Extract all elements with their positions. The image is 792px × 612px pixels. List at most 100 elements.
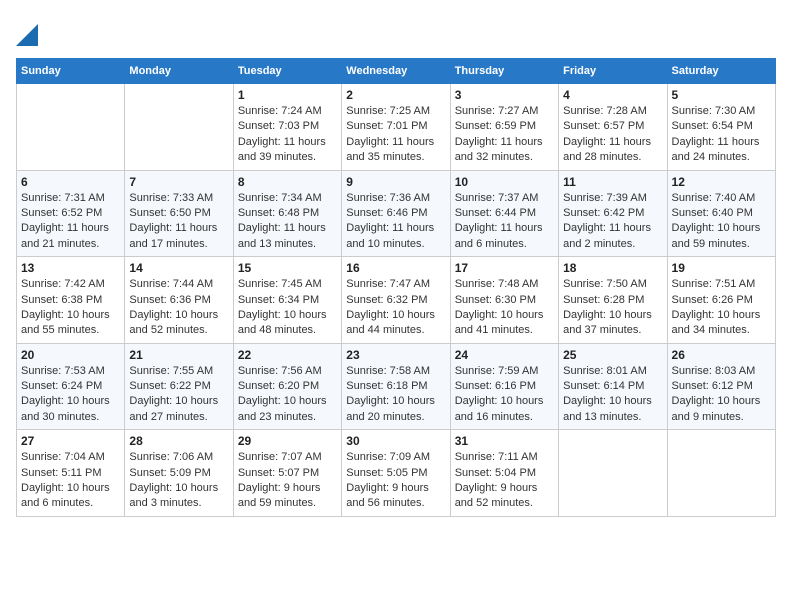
day-info: Sunrise: 7:53 AM Sunset: 6:24 PM Dayligh… [21,364,120,426]
day-number: 6 [21,175,120,189]
calendar-cell: 24 Sunrise: 7:59 AM Sunset: 6:16 PM Dayli… [450,343,558,430]
day-number: 15 [238,261,337,275]
day-number: 25 [563,348,662,362]
calendar-cell [125,84,233,171]
day-of-week-header: Thursday [450,59,558,84]
day-of-week-header: Monday [125,59,233,84]
calendar-cell: 9 Sunrise: 7:36 AM Sunset: 6:46 PM Daylig… [342,170,450,257]
day-info: Sunrise: 7:58 AM Sunset: 6:18 PM Dayligh… [346,364,445,426]
day-number: 2 [346,88,445,102]
day-of-week-header: Saturday [667,59,775,84]
calendar-cell: 21 Sunrise: 7:55 AM Sunset: 6:22 PM Dayli… [125,343,233,430]
calendar-week-row: 27 Sunrise: 7:04 AM Sunset: 5:11 PM Dayli… [17,430,776,517]
day-number: 12 [672,175,771,189]
calendar-cell: 2 Sunrise: 7:25 AM Sunset: 7:01 PM Daylig… [342,84,450,171]
calendar-cell [17,84,125,171]
day-number: 11 [563,175,662,189]
day-number: 19 [672,261,771,275]
day-number: 3 [455,88,554,102]
day-info: Sunrise: 7:40 AM Sunset: 6:40 PM Dayligh… [672,191,771,253]
day-info: Sunrise: 7:06 AM Sunset: 5:09 PM Dayligh… [129,450,228,512]
day-info: Sunrise: 7:59 AM Sunset: 6:16 PM Dayligh… [455,364,554,426]
day-info: Sunrise: 7:25 AM Sunset: 7:01 PM Dayligh… [346,104,445,166]
day-info: Sunrise: 7:33 AM Sunset: 6:50 PM Dayligh… [129,191,228,253]
day-info: Sunrise: 7:39 AM Sunset: 6:42 PM Dayligh… [563,191,662,253]
calendar-cell: 11 Sunrise: 7:39 AM Sunset: 6:42 PM Dayli… [559,170,667,257]
day-info: Sunrise: 7:28 AM Sunset: 6:57 PM Dayligh… [563,104,662,166]
calendar-cell: 4 Sunrise: 7:28 AM Sunset: 6:57 PM Daylig… [559,84,667,171]
calendar-cell: 20 Sunrise: 7:53 AM Sunset: 6:24 PM Dayli… [17,343,125,430]
calendar-cell: 23 Sunrise: 7:58 AM Sunset: 6:18 PM Dayli… [342,343,450,430]
calendar-cell: 25 Sunrise: 8:01 AM Sunset: 6:14 PM Dayli… [559,343,667,430]
calendar-week-row: 6 Sunrise: 7:31 AM Sunset: 6:52 PM Daylig… [17,170,776,257]
calendar-cell: 1 Sunrise: 7:24 AM Sunset: 7:03 PM Daylig… [233,84,341,171]
calendar-cell: 14 Sunrise: 7:44 AM Sunset: 6:36 PM Dayli… [125,257,233,344]
day-number: 23 [346,348,445,362]
day-info: Sunrise: 7:51 AM Sunset: 6:26 PM Dayligh… [672,277,771,339]
day-number: 28 [129,434,228,448]
day-number: 31 [455,434,554,448]
day-info: Sunrise: 7:36 AM Sunset: 6:46 PM Dayligh… [346,191,445,253]
calendar-week-row: 13 Sunrise: 7:42 AM Sunset: 6:38 PM Dayli… [17,257,776,344]
day-number: 8 [238,175,337,189]
day-number: 5 [672,88,771,102]
day-number: 16 [346,261,445,275]
calendar-cell: 16Sunrise: 7:47 AM Sunset: 6:32 PM Dayli… [342,257,450,344]
calendar-cell: 22Sunrise: 7:56 AM Sunset: 6:20 PM Dayli… [233,343,341,430]
day-info: Sunrise: 7:55 AM Sunset: 6:22 PM Dayligh… [129,364,228,426]
calendar-cell: 18Sunrise: 7:50 AM Sunset: 6:28 PM Dayli… [559,257,667,344]
day-number: 20 [21,348,120,362]
day-info: Sunrise: 7:31 AM Sunset: 6:52 PM Dayligh… [21,191,120,253]
day-number: 13 [21,261,120,275]
calendar-cell [667,430,775,517]
day-number: 18 [563,261,662,275]
day-of-week-header: Tuesday [233,59,341,84]
day-number: 22 [238,348,337,362]
logo-icon [16,18,38,46]
calendar-week-row: 20 Sunrise: 7:53 AM Sunset: 6:24 PM Dayli… [17,343,776,430]
calendar-cell: 19 Sunrise: 7:51 AM Sunset: 6:26 PM Dayli… [667,257,775,344]
day-info: Sunrise: 7:27 AM Sunset: 6:59 PM Dayligh… [455,104,554,166]
day-number: 27 [21,434,120,448]
day-number: 7 [129,175,228,189]
day-number: 29 [238,434,337,448]
day-number: 14 [129,261,228,275]
day-number: 30 [346,434,445,448]
calendar-cell: 7 Sunrise: 7:33 AM Sunset: 6:50 PM Daylig… [125,170,233,257]
calendar-header-row: SundayMondayTuesdayWednesdayThursdayFrid… [17,59,776,84]
calendar-cell: 26 Sunrise: 8:03 AM Sunset: 6:12 PM Dayli… [667,343,775,430]
calendar-cell: 10Sunrise: 7:37 AM Sunset: 6:44 PM Dayli… [450,170,558,257]
logo [16,16,38,46]
page-header [16,16,776,46]
day-of-week-header: Sunday [17,59,125,84]
calendar-cell: 31Sunrise: 7:11 AM Sunset: 5:04 PM Dayli… [450,430,558,517]
calendar-cell: 28 Sunrise: 7:06 AM Sunset: 5:09 PM Dayli… [125,430,233,517]
day-number: 9 [346,175,445,189]
day-info: Sunrise: 7:30 AM Sunset: 6:54 PM Dayligh… [672,104,771,166]
day-info: Sunrise: 7:45 AM Sunset: 6:34 PM Dayligh… [238,277,337,339]
day-number: 4 [563,88,662,102]
day-number: 17 [455,261,554,275]
calendar-cell [559,430,667,517]
day-number: 1 [238,88,337,102]
calendar-cell: 5 Sunrise: 7:30 AM Sunset: 6:54 PM Daylig… [667,84,775,171]
calendar-cell: 8Sunrise: 7:34 AM Sunset: 6:48 PM Daylig… [233,170,341,257]
calendar-table: SundayMondayTuesdayWednesdayThursdayFrid… [16,58,776,517]
calendar-cell: 12 Sunrise: 7:40 AM Sunset: 6:40 PM Dayli… [667,170,775,257]
day-info: Sunrise: 7:24 AM Sunset: 7:03 PM Dayligh… [238,104,337,166]
day-info: Sunrise: 7:44 AM Sunset: 6:36 PM Dayligh… [129,277,228,339]
day-info: Sunrise: 7:09 AM Sunset: 5:05 PM Dayligh… [346,450,445,512]
day-of-week-header: Wednesday [342,59,450,84]
day-info: Sunrise: 8:03 AM Sunset: 6:12 PM Dayligh… [672,364,771,426]
day-info: Sunrise: 8:01 AM Sunset: 6:14 PM Dayligh… [563,364,662,426]
day-number: 24 [455,348,554,362]
day-info: Sunrise: 7:04 AM Sunset: 5:11 PM Dayligh… [21,450,120,512]
calendar-week-row: 1 Sunrise: 7:24 AM Sunset: 7:03 PM Daylig… [17,84,776,171]
day-number: 26 [672,348,771,362]
day-number: 21 [129,348,228,362]
day-info: Sunrise: 7:37 AM Sunset: 6:44 PM Dayligh… [455,191,554,253]
day-info: Sunrise: 7:48 AM Sunset: 6:30 PM Dayligh… [455,277,554,339]
day-info: Sunrise: 7:42 AM Sunset: 6:38 PM Dayligh… [21,277,120,339]
calendar-cell: 3 Sunrise: 7:27 AM Sunset: 6:59 PM Daylig… [450,84,558,171]
calendar-cell: 29Sunrise: 7:07 AM Sunset: 5:07 PM Dayli… [233,430,341,517]
